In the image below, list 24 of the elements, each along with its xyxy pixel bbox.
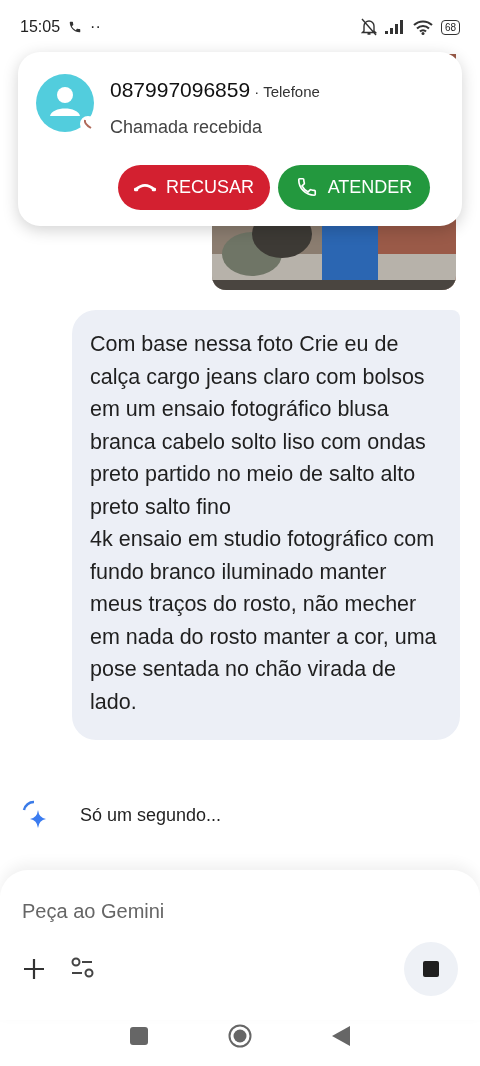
separator: · — [254, 82, 260, 102]
call-status: Chamada recebida — [110, 115, 264, 139]
battery-indicator: 68 — [440, 19, 460, 35]
user-message: Com base nessa foto Crie eu de calça cargo jeans claro com bolsos em um ensaio fotográfico blusa branca cabelo solto liso com ondas preto partido no meio de salto alto preto salto fino 4k ensaio em studio fotográfico com fundo branco iluminado manter meus traços do rosto, não mecher em nada do rosto manter a cor, uma pose sentada no chão virada de lado. — [72, 310, 460, 740]
home-icon[interactable] — [228, 1024, 252, 1048]
back-icon[interactable] — [332, 1026, 350, 1046]
notification-dots: ·· — [90, 17, 101, 37]
stop-icon — [423, 961, 439, 977]
app-name: Telefone — [263, 82, 320, 102]
loading-text: Só um segundo... — [80, 803, 222, 827]
decline-call-button[interactable]: RECUSAR — [118, 164, 270, 210]
avatar-icon — [36, 74, 94, 132]
accept-call-button[interactable]: ATENDER — [278, 164, 430, 210]
add-icon[interactable] — [22, 956, 46, 982]
hang-up-icon — [134, 181, 156, 193]
phone-icon — [295, 176, 318, 198]
call-notification[interactable]: 087997096859 · Telefone Chamada recebida RECUSAR ATENDER — [18, 52, 462, 226]
signal-icon — [384, 20, 405, 34]
wifi-icon — [412, 19, 433, 35]
prompt-field[interactable]: Peça ao Gemini — [22, 896, 458, 926]
muted-bell-icon — [360, 18, 377, 36]
clock: 15:05 — [20, 17, 61, 37]
caller-number: 087997096859 — [110, 77, 251, 103]
phone-icon — [68, 20, 83, 34]
